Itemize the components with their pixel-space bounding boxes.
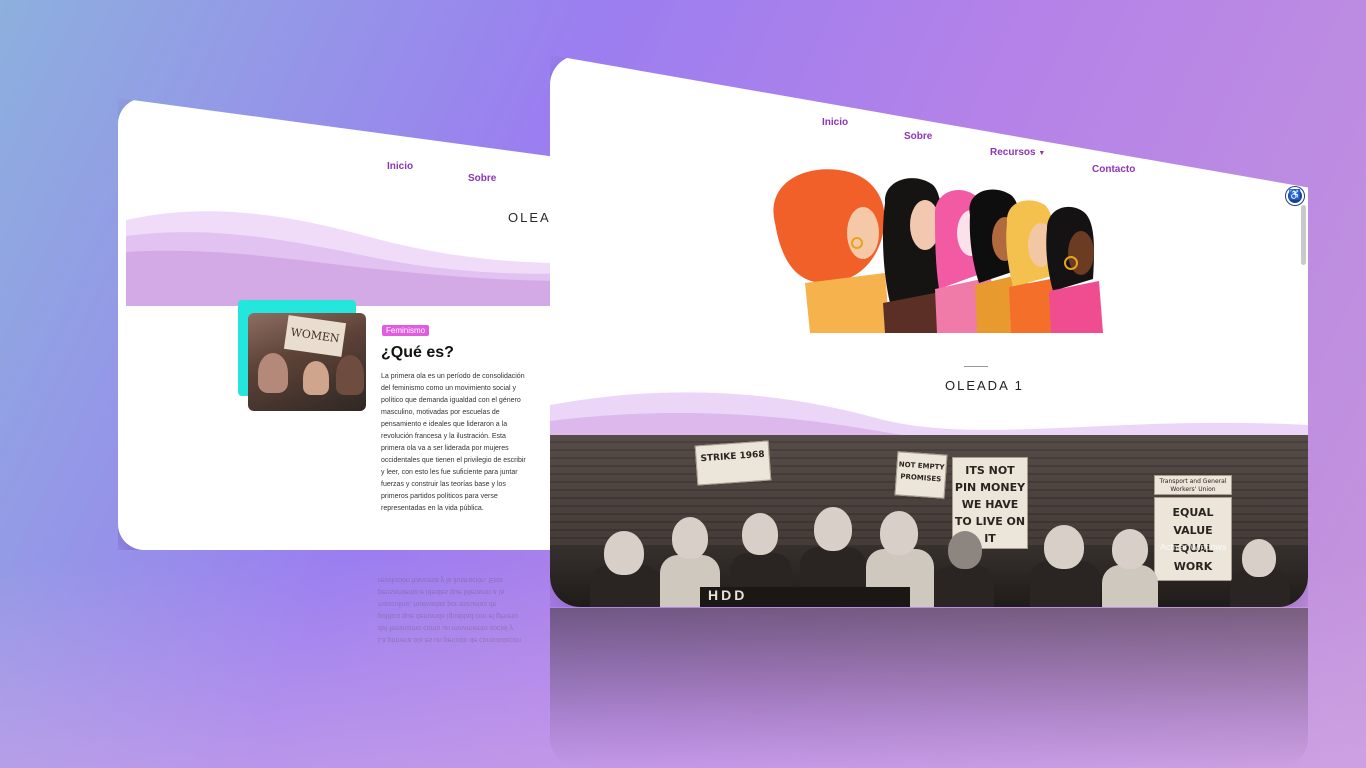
protest-banner: HDD	[700, 587, 910, 607]
scrollbar[interactable]	[1301, 205, 1306, 265]
protester-figure	[814, 507, 852, 551]
nav-sobre[interactable]: Sobre	[904, 131, 932, 142]
article-body: La primera ola es un período de consolid…	[381, 373, 526, 512]
protester-figure	[1102, 565, 1158, 607]
protester-figure	[1242, 539, 1276, 577]
women-illustration	[773, 169, 1103, 333]
nav-inicio-left[interactable]: Inicio	[387, 156, 413, 174]
placard-equal: EQUAL VALUE EQUAL WORK	[1154, 497, 1232, 581]
placard-union: Transport and General Workers' Union	[1154, 475, 1232, 495]
chevron-down-icon: ▼	[1038, 150, 1046, 157]
protester-figure	[880, 511, 918, 555]
accessibility-icon[interactable]: ♿	[1286, 187, 1304, 205]
nav-recursos[interactable]: Recursos ▼	[990, 147, 1045, 158]
category-badge[interactable]: Feminismo	[382, 325, 430, 336]
protester-figure	[948, 531, 982, 569]
placard-promises: NOT EMPTY PROMISES	[894, 451, 948, 499]
nav-sobre-left[interactable]: Sobre	[468, 168, 496, 186]
protester-figure	[672, 517, 708, 559]
protest-sign: WOMEN	[283, 315, 347, 357]
showcase-stage: Inicio Sobre OLEAD WOMEN Feminismo ¿Qué …	[0, 0, 1366, 768]
protester-figure	[742, 513, 778, 555]
nav-recursos-label: Recursos	[990, 147, 1036, 158]
left-card-reflection: La primera ola es un período de consolid…	[378, 576, 522, 643]
protester-figure	[303, 361, 329, 395]
nav-inicio-left-label: Inicio	[387, 161, 414, 172]
nav-inicio[interactable]: Inicio	[822, 117, 848, 128]
protester-figure	[934, 565, 994, 607]
protester-figure	[1044, 525, 1084, 569]
right-card-reflection	[550, 608, 1308, 768]
article-heading: ¿Qué es?	[381, 344, 454, 361]
title-divider	[964, 366, 988, 367]
protester-figure	[604, 531, 644, 575]
protester-figure	[336, 355, 364, 395]
left-page-preview: Inicio Sobre OLEAD WOMEN Feminismo ¿Qué …	[118, 98, 588, 550]
activate-windows-watermark: Activar Windows	[1160, 542, 1227, 552]
protester-figure	[258, 353, 288, 393]
right-page-preview: Inicio Sobre Recursos ▼ Contacto ♿ OLEAD…	[550, 55, 1308, 607]
protester-figure	[1112, 529, 1148, 569]
placard-strike: STRIKE 1968	[694, 440, 772, 486]
nav-sobre-left-label: Sobre	[468, 173, 497, 184]
protest-photo-left: WOMEN	[248, 313, 366, 411]
historic-protest-photo: STRIKE 1968 NOT EMPTY PROMISES ITS NOT P…	[550, 435, 1308, 607]
